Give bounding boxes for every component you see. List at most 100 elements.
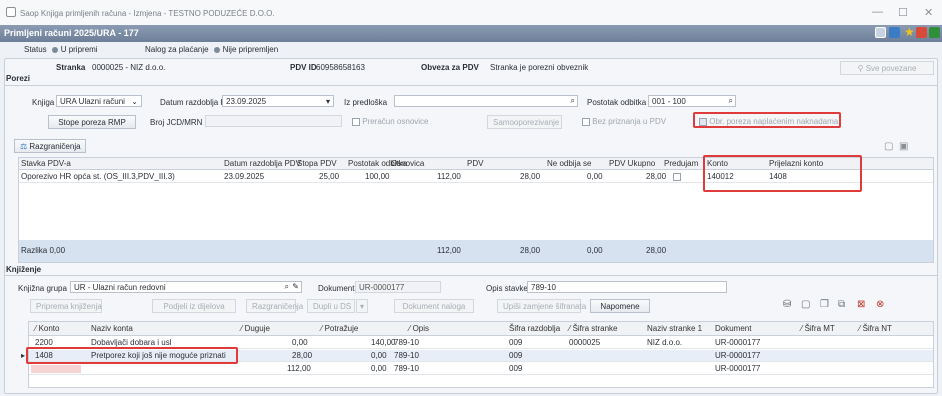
cell-datum[interactable]: 23.09.2025 — [224, 172, 264, 181]
col-predujam[interactable]: Predujam — [664, 159, 698, 168]
cell-osnovica[interactable]: 112,00 — [437, 172, 461, 181]
sve-povezane-button[interactable]: ⚲ Sve povezane — [840, 61, 934, 75]
cell-potrazuje[interactable]: 0,00 — [371, 364, 387, 373]
bez-priznanja-check[interactable] — [582, 117, 590, 126]
close-button[interactable]: ✕ — [924, 6, 933, 19]
star-icon[interactable]: ★ — [904, 25, 915, 39]
search-icon[interactable]: ⌕ — [571, 96, 575, 106]
cell-konto-empty[interactable] — [31, 365, 81, 373]
col-opis[interactable]: ⁄ Opis — [409, 324, 429, 333]
dokument-field[interactable]: UR-0000177 — [355, 281, 441, 293]
podjeli-button[interactable]: Podjeli iz dijelova — [152, 299, 236, 313]
razgranicenja-button[interactable]: ⚖ Razgraničenja — [14, 139, 86, 153]
preracun-check[interactable] — [352, 117, 360, 126]
remove-icon[interactable]: ⊗ — [876, 299, 884, 310]
dokument-naloga-button[interactable]: Dokument naloga — [394, 299, 474, 313]
puzzle-icon[interactable] — [929, 27, 940, 38]
copy-icon[interactable]: ▢ — [884, 141, 893, 152]
cell-opis[interactable]: 789-10 — [394, 351, 419, 360]
new-icon[interactable]: ▢ — [801, 299, 810, 310]
cell-sifra-razdoblja[interactable]: 009 — [509, 338, 522, 347]
col-prijelazni[interactable]: Prijelazni konto — [769, 159, 823, 168]
cell-konto[interactable]: 2200 — [35, 338, 53, 347]
stope-poreza-button[interactable]: Stope poreza RMP — [48, 115, 136, 129]
table-row[interactable]: 112,00 0,00 789-10 009 UR-0000177 — [29, 363, 933, 375]
col-sifra-mt[interactable]: ⁄ Šifra MT — [801, 324, 835, 333]
col-datum[interactable]: Datum razdoblja PDV — [224, 159, 301, 168]
col-stavka[interactable]: Stavka PDV-a — [21, 159, 71, 168]
maximize-button[interactable]: ☐ — [898, 6, 908, 19]
obr-poreza-checkbox[interactable]: Obr. poreza naplaćenim naknadama — [699, 117, 838, 126]
col-potrazuje[interactable]: ⁄ Potražuje — [321, 324, 358, 333]
col-pdv[interactable]: PDV — [467, 159, 483, 168]
cell-konto[interactable]: 1408 — [35, 351, 53, 360]
minimize-button[interactable]: — — [872, 6, 883, 18]
cell-dokument[interactable]: UR-0000177 — [715, 351, 760, 360]
predujam-checkbox[interactable] — [673, 173, 681, 181]
napomene-button[interactable]: Napomene — [590, 299, 650, 313]
delete-icon[interactable]: ⊠ — [857, 299, 865, 310]
col-sifra-nt[interactable]: ⁄ Šifra NT — [859, 324, 892, 333]
table-icon[interactable] — [889, 27, 900, 38]
col-sifra-stranke[interactable]: ⁄ Šifra stranke — [569, 324, 617, 333]
cell-duguje[interactable]: 0,00 — [292, 338, 308, 347]
stranka-value[interactable]: 0000025 - NIZ d.o.o. — [92, 63, 165, 72]
cell-konto[interactable]: 140012 — [707, 172, 734, 181]
cell-ne-odbija[interactable]: 0,00 — [587, 172, 603, 181]
copy-icon[interactable]: ❐ — [820, 299, 829, 310]
broj-jcd-field[interactable] — [205, 115, 342, 127]
col-pdv-ukupno[interactable]: PDV Ukupno — [609, 159, 655, 168]
col-dokument[interactable]: Dokument — [715, 324, 751, 333]
opis-stavke-field[interactable]: 789-10 — [527, 281, 727, 293]
cell-potrazuje[interactable]: 140,00 — [371, 338, 395, 347]
table-row[interactable]: ▸ 1408 Pretporez koji još nije moguće pr… — [21, 350, 933, 362]
cell-dokument[interactable]: UR-0000177 — [715, 338, 760, 347]
knjizna-grupa-field[interactable]: UR - Ulazni račun redovni ⌕ ✎ — [70, 281, 302, 293]
cell-postotak[interactable]: 100,00 — [365, 172, 389, 181]
col-naziv-konta[interactable]: Naziv konta — [91, 324, 133, 333]
cell-opis[interactable]: 789-10 — [394, 338, 419, 347]
cell-duguje[interactable]: 28,00 — [292, 351, 312, 360]
priprema-knjizenja-button[interactable]: Priprema knjiženja — [30, 299, 102, 313]
cell-prijelazni[interactable]: 1408 — [769, 172, 787, 181]
cell-dokument[interactable]: UR-0000177 — [715, 364, 760, 373]
duplicate-icon[interactable]: ⧉ — [838, 299, 845, 310]
col-konto[interactable]: ⁄ Konto — [35, 324, 59, 333]
pdf-icon[interactable] — [916, 27, 927, 38]
cell-stavka[interactable]: Oporezivo HR opća st. (OS_III.3,PDV_III.… — [21, 172, 175, 181]
obr-poreza-check[interactable] — [699, 117, 707, 126]
edit-icon[interactable] — [875, 27, 886, 38]
razgranicenja-knjizenje-button[interactable]: Razgraničenja — [246, 299, 303, 313]
cell-naziv-stranke[interactable]: NIZ d.o.o. — [647, 338, 682, 347]
cell-sifra-razdoblja[interactable]: 009 — [509, 364, 522, 373]
paste-icon[interactable]: ▣ — [899, 141, 908, 152]
cell-stopa[interactable]: 25,00 — [319, 172, 339, 181]
cell-sifra-razdoblja[interactable]: 009 — [509, 351, 522, 360]
col-ne-odbija[interactable]: Ne odbija se — [547, 159, 591, 168]
col-konto[interactable]: Konto — [707, 159, 728, 168]
postotak-field[interactable]: 001 - 100 ⌕ — [648, 95, 736, 107]
cell-potrazuje[interactable]: 0,00 — [371, 351, 387, 360]
cell-naziv[interactable]: Pretporez koji još nije moguće priznati — [91, 351, 226, 360]
col-naziv-stranke[interactable]: Naziv stranke 1 — [647, 324, 702, 333]
col-sifra-razdoblja[interactable]: Šifra razdoblja — [509, 324, 560, 333]
dupli-button[interactable]: Dupli u DS — [307, 299, 355, 313]
preracun-checkbox[interactable]: Preračun osnovice — [352, 117, 429, 126]
col-osnovica[interactable]: Osnovica — [391, 159, 424, 168]
col-duguje[interactable]: ⁄ Duguje — [241, 324, 270, 333]
cell-pdv-ukupno[interactable]: 28,00 — [646, 172, 666, 181]
search-icon[interactable]: ⌕ — [285, 282, 289, 292]
cell-pdv[interactable]: 28,00 — [520, 172, 540, 181]
knjiga-select[interactable]: URA Ulazni računi ⌄ — [56, 95, 142, 107]
cell-opis[interactable]: 789-10 — [394, 364, 419, 373]
upisi-zamjene-button[interactable]: Upiši zamjene šifranata — [497, 299, 586, 313]
iz-predloska-field[interactable]: ⌕ — [394, 95, 578, 107]
datum-razdoblja-field[interactable]: 23.09.2025 ▾ — [222, 95, 334, 107]
table-row[interactable]: 2200 Dobavljači dobara i usl 0,00 140,00… — [29, 337, 933, 349]
search-icon[interactable]: ⌕ — [729, 96, 733, 106]
pencil-icon[interactable]: ✎ — [292, 282, 299, 291]
samooporezivanje-button[interactable]: Samooporezivanje — [487, 115, 562, 129]
cell-naziv[interactable]: Dobavljači dobara i usl — [91, 338, 172, 347]
dupli-dropdown-button[interactable]: ▾ — [356, 299, 368, 313]
stack-icon[interactable]: ⛁ — [783, 299, 791, 310]
